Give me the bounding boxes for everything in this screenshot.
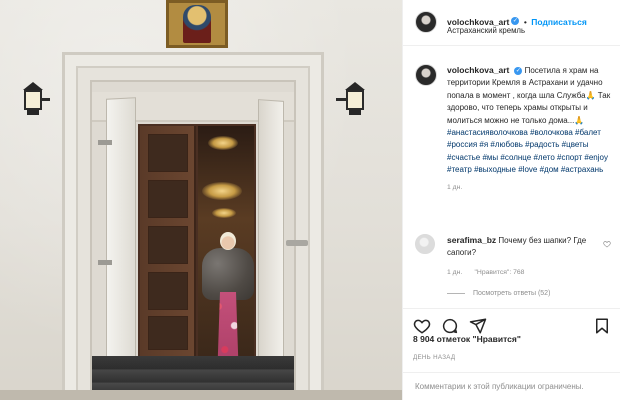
share-icon[interactable] [469, 317, 487, 335]
comment-heart-icon[interactable] [603, 240, 611, 248]
view-replies-button[interactable]: Посмотреть ответы (52) [447, 290, 550, 297]
comments-disabled-notice: Комментарии к этой публикации ограничены… [403, 372, 620, 400]
door-latch [286, 240, 308, 246]
caption-author-username[interactable]: volochkova_art [447, 65, 509, 75]
comment-item: serafima_bz Почему без шапки? Где сапоги… [447, 234, 607, 279]
post-timestamp[interactable]: День назад [413, 354, 455, 361]
post-side-panel: volochkova_art ✓ • Подписаться Астраханск… [402, 0, 620, 400]
author-avatar[interactable] [415, 11, 437, 33]
verified-badge-icon: ✓ [511, 16, 520, 25]
likes-count[interactable]: 8 904 отметок "Нравится" [413, 334, 521, 344]
open-door-right [258, 99, 284, 383]
comment-age[interactable]: 1 дн. [447, 269, 462, 276]
heart-icon[interactable] [413, 317, 431, 335]
verified-badge-icon: ✓ [514, 66, 523, 75]
caption-hashtags[interactable]: #анастасияволочкова #волочкова #балет #р… [447, 128, 608, 174]
commenter-username[interactable]: serafima_bz [447, 235, 496, 245]
comment-likes[interactable]: "Нравится": 768 [475, 269, 525, 276]
comment-icon[interactable] [441, 317, 459, 335]
caption-age[interactable]: 1 дн. [447, 184, 462, 191]
caption-author-avatar[interactable] [415, 64, 437, 86]
post-caption: volochkova_art ✓ Посетила я храм на терри… [447, 64, 617, 194]
follow-button[interactable]: Подписаться [531, 17, 587, 27]
post-location[interactable]: Астраханский кремль [447, 26, 525, 35]
post-photo[interactable] [0, 0, 402, 400]
wall-lamp-right [336, 82, 368, 116]
post-header: volochkova_art ✓ • Подписаться Астраханск… [403, 0, 620, 46]
wall-lamp-left [20, 82, 50, 116]
wooden-door [140, 126, 196, 358]
bookmark-icon[interactable] [593, 317, 611, 335]
religious-icon-painting [166, 0, 228, 48]
commenter-avatar[interactable] [415, 234, 435, 254]
